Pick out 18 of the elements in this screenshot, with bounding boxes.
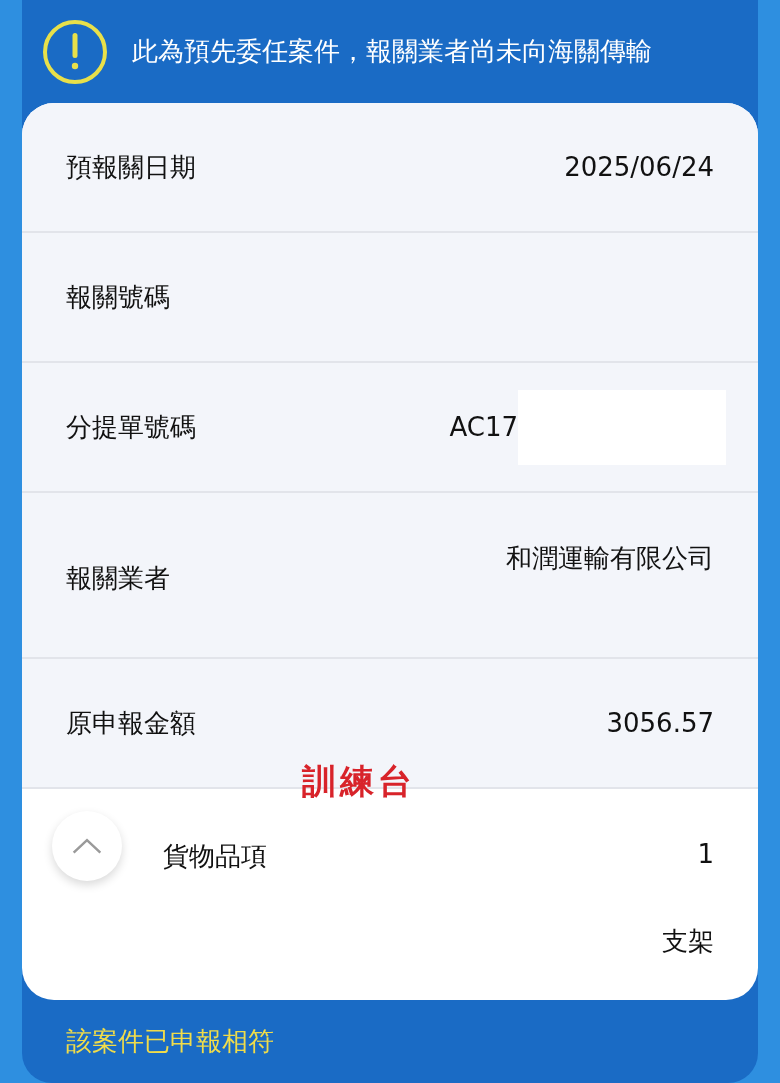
field-label: 預報關日期 [66, 150, 196, 184]
field-value: AC17 [449, 412, 518, 442]
field-label: 原申報金額 [66, 706, 196, 740]
field-value: 3056.57 [606, 708, 714, 738]
goods-item: 支架 [662, 925, 714, 958]
status-text: 該案件已申報相符 [66, 1025, 274, 1058]
goods-count: 1 [697, 839, 714, 871]
field-value: 2025/06/24 [564, 152, 714, 182]
warning-icon [42, 18, 108, 85]
field-label: 分提單號碼 [66, 410, 196, 444]
collapse-button[interactable] [52, 811, 122, 881]
training-label: 訓練台 [302, 760, 416, 803]
notice-text: 此為預先委任案件，報關業者尚未向海關傳輸 [132, 35, 652, 68]
field-label: 報關號碼 [66, 280, 170, 314]
caret-icon [70, 836, 104, 856]
field-label: 報關業者 [66, 562, 170, 595]
goods-label: 貨物品項 [163, 840, 267, 873]
field-value: 和潤運輸有限公司 [506, 542, 714, 575]
